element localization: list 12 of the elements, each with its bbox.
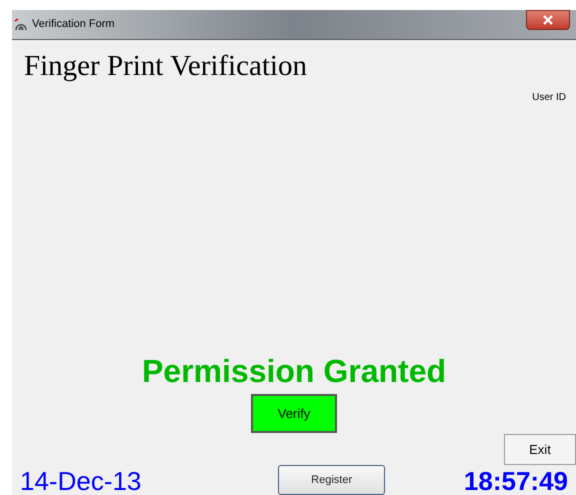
window-title: Verification Form bbox=[32, 17, 115, 32]
close-icon bbox=[543, 15, 553, 25]
time-label: 18:57:49 bbox=[464, 467, 569, 495]
user-id-label: User ID bbox=[532, 91, 566, 105]
close-button[interactable] bbox=[526, 10, 570, 30]
date-label: 14-Dec-13 bbox=[20, 467, 142, 495]
form-heading: Finger Print Verification bbox=[24, 49, 307, 84]
fingerprint-icon bbox=[14, 18, 28, 32]
register-button[interactable]: Register bbox=[278, 465, 386, 495]
exit-button[interactable]: Exit bbox=[504, 434, 576, 465]
status-message: Permission Granted bbox=[142, 352, 446, 390]
verify-button[interactable]: Verify bbox=[251, 394, 337, 433]
